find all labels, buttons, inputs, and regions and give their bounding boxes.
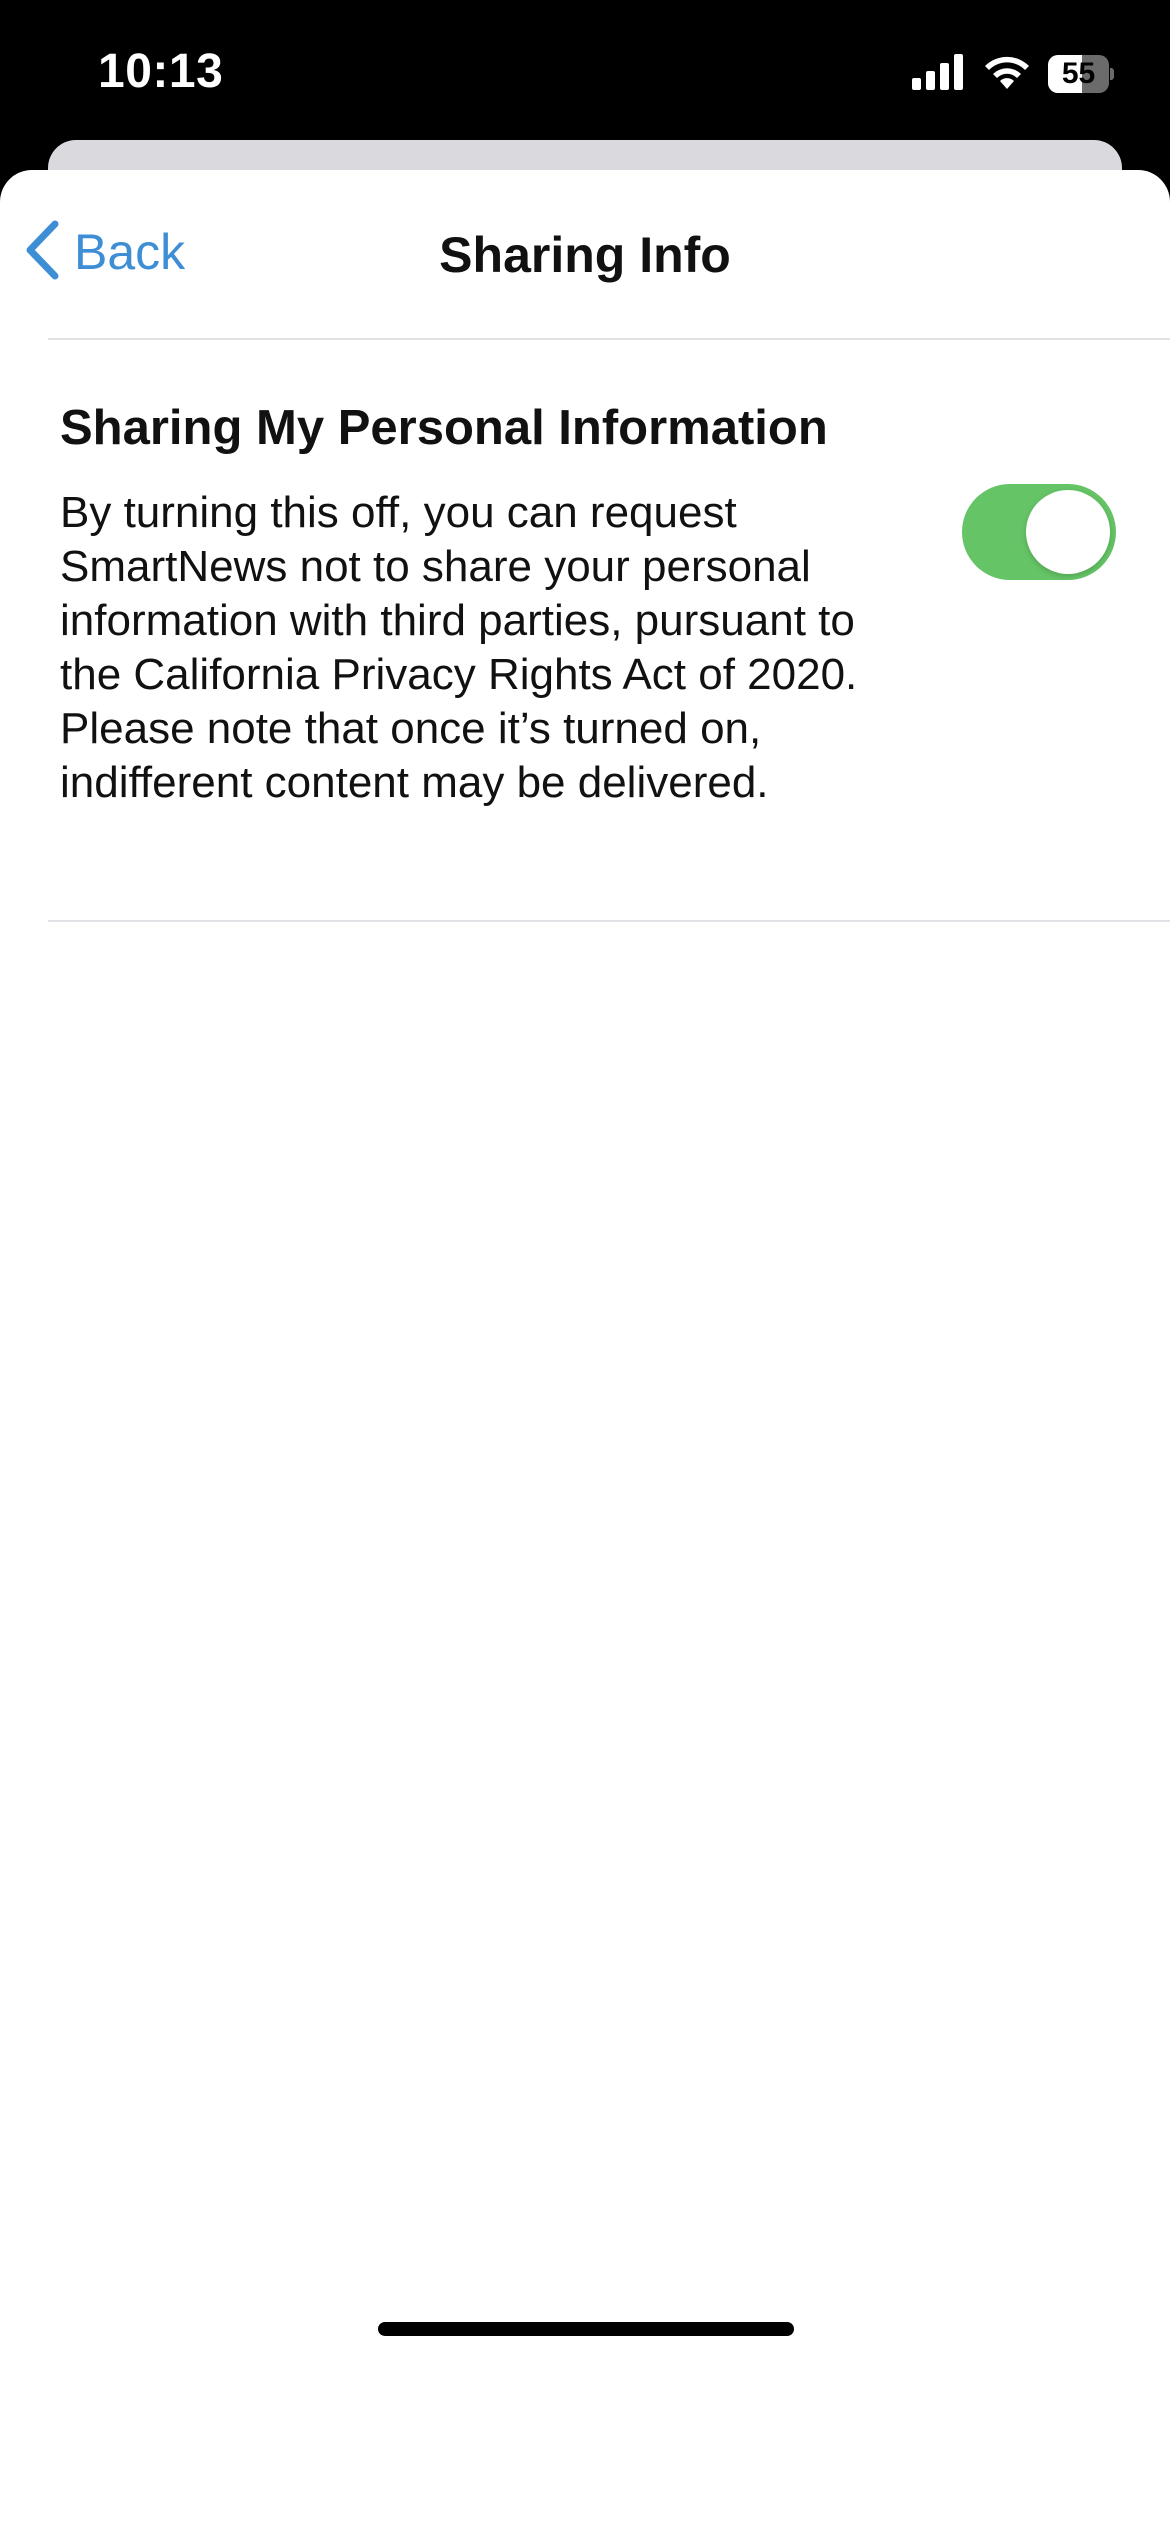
sharing-info-sheet: Back Sharing Info Sharing My Personal In…	[0, 170, 1170, 2532]
wifi-icon	[982, 53, 1032, 96]
sharing-toggle[interactable]	[962, 484, 1116, 580]
cellular-signal-icon	[912, 53, 966, 95]
battery-icon: 55	[1048, 55, 1114, 93]
status-bar: 10:13 55	[0, 0, 1170, 140]
navigation-bar: Back Sharing Info	[0, 170, 1170, 340]
status-icons: 55	[912, 52, 1114, 96]
divider-bottom	[48, 920, 1170, 922]
page-title: Sharing Info	[439, 227, 731, 283]
toggle-knob	[1026, 490, 1110, 574]
battery-level: 55	[1061, 57, 1096, 90]
setting-description: By turning this off, you can request Sma…	[60, 488, 858, 807]
status-time: 10:13	[98, 45, 224, 98]
sharing-setting-row: Sharing My Personal Information By turni…	[0, 340, 1170, 922]
setting-title: Sharing My Personal Information	[60, 401, 828, 455]
home-indicator[interactable]	[378, 2322, 794, 2336]
